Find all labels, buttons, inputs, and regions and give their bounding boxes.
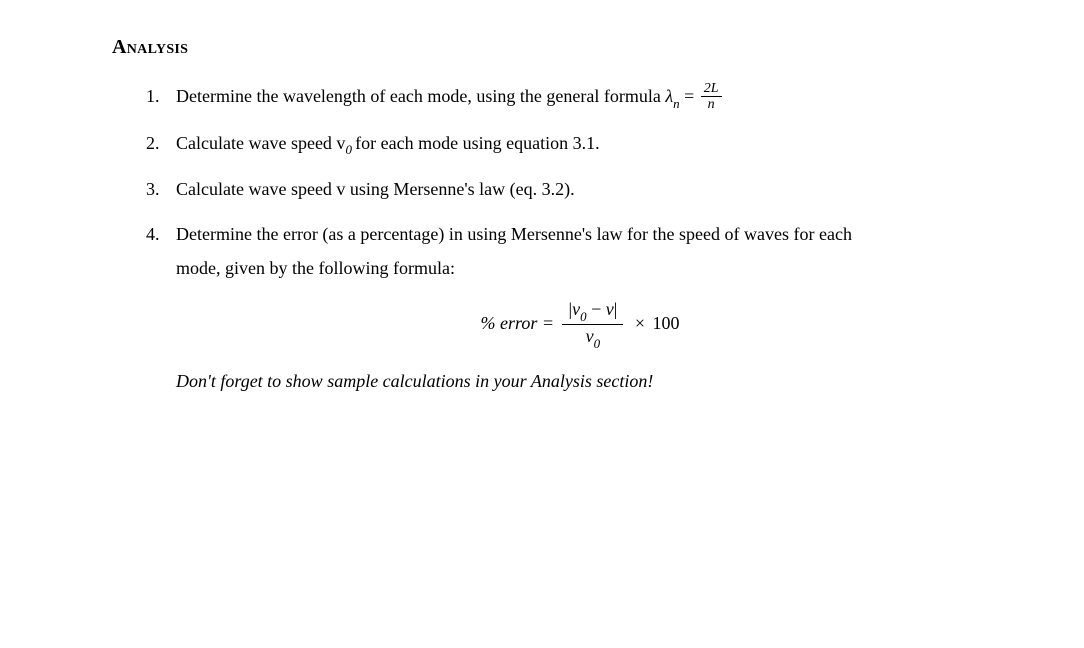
display-fraction: |v0 − v|v0	[562, 299, 623, 351]
formula-lhs: % error =	[481, 313, 559, 333]
list-item-2: 2. Calculate wave speed v0 for each mode…	[146, 127, 984, 162]
item-number: 3.	[146, 173, 160, 206]
item-text-after: for each mode using equation 3.1.	[355, 133, 599, 153]
item-text-line1: Determine the error (as a percentage) in…	[176, 218, 984, 251]
fraction-denominator: n	[705, 97, 718, 112]
item-text-line2: mode, given by the following formula:	[176, 252, 984, 285]
hundred: 100	[653, 313, 680, 333]
inline-fraction: 2Ln	[701, 81, 722, 111]
item-number: 4.	[146, 218, 160, 251]
section-heading: Analysis	[112, 32, 984, 62]
item-number: 2.	[146, 127, 160, 160]
reminder-text: Don't forget to show sample calculations…	[176, 365, 984, 398]
equals-sign: =	[680, 86, 699, 106]
item-text: Determine the wavelength of each mode, u…	[176, 86, 665, 106]
fraction-numerator: |v0 − v|	[562, 299, 623, 325]
denom-sub: 0	[594, 336, 600, 351]
list-item-1: 1. Determine the wavelength of each mode…	[146, 80, 984, 115]
v-subscript: 0	[345, 142, 355, 157]
minus: −	[587, 299, 606, 319]
fraction-denominator: v0	[580, 325, 606, 350]
percent-error-formula: % error = |v0 − v|v0 × 100	[176, 299, 984, 351]
abs-close: |	[614, 299, 618, 319]
lambda-subscript: n	[673, 96, 679, 111]
list-item-3: 3. Calculate wave speed v using Mersenne…	[146, 173, 984, 206]
v0: v	[572, 299, 580, 319]
times-sign: ×	[630, 313, 649, 333]
item-text: Calculate wave speed v	[176, 133, 345, 153]
lambda-symbol: λ	[665, 86, 673, 106]
item-text: Calculate wave speed v using Mersenne's …	[176, 179, 575, 199]
v0-sub: 0	[580, 309, 586, 324]
fraction-numerator: 2L	[701, 81, 722, 97]
list-item-4: 4. Determine the error (as a percentage)…	[146, 218, 984, 398]
item-number: 1.	[146, 80, 160, 113]
analysis-list: 1. Determine the wavelength of each mode…	[112, 80, 984, 398]
v: v	[606, 299, 614, 319]
denom-v: v	[586, 326, 594, 346]
